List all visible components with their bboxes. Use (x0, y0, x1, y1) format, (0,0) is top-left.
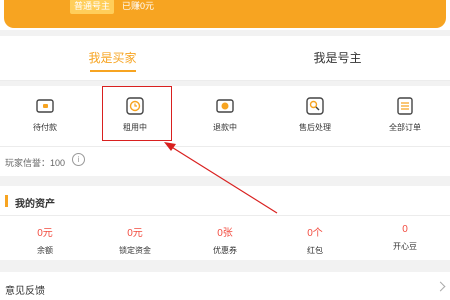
service-icon (306, 97, 324, 115)
tab-buyer[interactable]: 我是买家 (0, 36, 225, 80)
order-label: 售后处理 (299, 123, 331, 132)
asset-value: 0元 (37, 228, 53, 239)
assets-title: 我的资产 (15, 199, 55, 210)
asset-balance[interactable]: 0元 余额 (0, 224, 90, 256)
asset-red-packets[interactable]: 0个 红包 (270, 224, 360, 256)
tab-owner[interactable]: 我是号主 (225, 36, 450, 80)
asset-coupons[interactable]: 0张 优惠券 (180, 224, 270, 256)
asset-value: 0个 (307, 228, 323, 239)
order-label: 退款中 (213, 123, 237, 132)
asset-value: 0张 (217, 228, 233, 239)
order-label: 全部订单 (389, 123, 421, 132)
divider (0, 215, 450, 216)
feedback-row[interactable]: 意见反馈 (0, 272, 450, 300)
level-badge: 普通号主 (70, 0, 115, 14)
asset-label: 红包 (307, 246, 323, 255)
feedback-label: 意见反馈 (5, 286, 45, 297)
asset-happy-beans[interactable]: 0 开心豆 (360, 224, 450, 252)
asset-value: 0元 (127, 228, 143, 239)
order-label: 待付款 (33, 123, 57, 132)
info-icon[interactable]: i (72, 153, 85, 166)
order-refunding[interactable]: 退款中 (180, 86, 270, 146)
order-all[interactable]: 全部订单 (360, 86, 450, 146)
role-tabs: 我是买家 我是号主 (0, 36, 450, 81)
section-accent-bar (5, 195, 8, 207)
chevron-right-icon (435, 281, 446, 292)
order-pending-payment[interactable]: 待付款 (0, 86, 90, 146)
asset-label: 锁定资金 (119, 246, 151, 255)
refund-icon (216, 99, 234, 113)
header-card: 普通号主 已赚0元 (4, 0, 446, 28)
wallet-icon (36, 99, 54, 113)
asset-locked-funds[interactable]: 0元 锁定资金 (90, 224, 180, 256)
active-tab-indicator (90, 70, 136, 72)
annotation-highlight-box (102, 86, 172, 141)
earned-text: 已赚0元 (122, 1, 155, 11)
asset-value: 0 (402, 224, 408, 235)
credit-row: 玩家信誉：100 (0, 146, 450, 176)
asset-label: 余额 (37, 246, 53, 255)
asset-label: 开心豆 (393, 242, 417, 251)
order-shortcuts: 待付款 租用中 退款中 售后处理 全部订单 (0, 86, 450, 146)
asset-label: 优惠券 (213, 246, 237, 255)
order-after-sales[interactable]: 售后处理 (270, 86, 360, 146)
list-icon (397, 97, 413, 115)
header: 普通号主 已赚0元 (0, 0, 450, 30)
player-credit-text: 玩家信誉：100 (5, 158, 66, 168)
my-assets-section: 我的资产 0元 余额 0元 锁定资金 0张 优惠券 0个 红包 0 开心豆 (0, 186, 450, 260)
